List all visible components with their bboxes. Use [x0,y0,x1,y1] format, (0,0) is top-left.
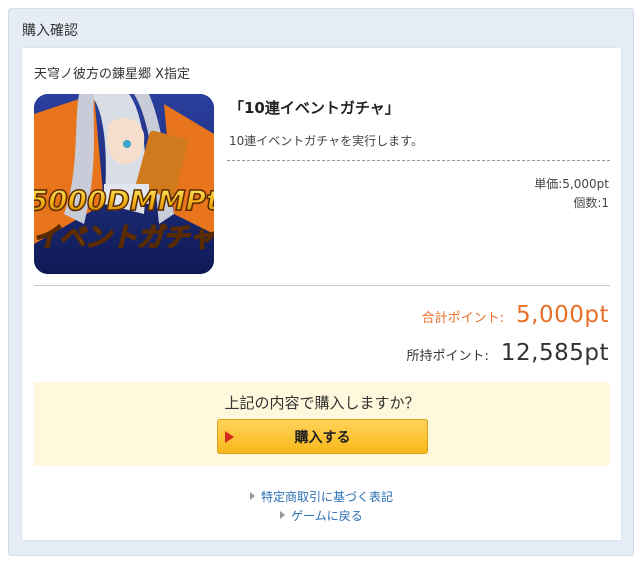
item-description: 10連イベントガチャを実行します。 [229,134,423,148]
caret-right-icon [280,511,286,519]
purchase-dialog: 購入確認 天穹ノ彼方の錬星郷 X指定 5000DMMPt イベントガチャ 「10… [8,8,634,556]
legal-link-row: 特定商取引に基づく表記 [22,488,621,505]
caret-right-icon [249,492,255,500]
total-points-row: 合計ポイント: 5,000pt [422,302,609,328]
buy-button-label: 購入する [294,429,351,446]
banner-gacha-text: イベントガチャ [34,223,214,253]
unit-price: 単価:5,000pt [534,177,609,191]
total-points-value: 5,000pt [516,302,609,328]
purchase-panel: 天穹ノ彼方の錬星郷 X指定 5000DMMPt イベントガチャ 「10連イベント… [21,47,622,541]
total-points-label: 合計ポイント: [421,311,505,326]
confirm-box: 上記の内容で購入しますか？ 購入する [34,382,610,466]
section-divider [34,285,610,286]
owned-points-row: 所持ポイント: 12,585pt [407,340,610,366]
owned-points-value: 12,585pt [500,340,609,366]
game-title: 天穹ノ彼方の錬星郷 X指定 [34,67,191,82]
quantity: 個数:1 [573,196,609,210]
item-name: 「10連イベントガチャ」 [229,99,400,117]
buy-button[interactable]: 購入する [217,419,428,454]
play-arrow-icon [225,431,234,443]
legal-notice-link[interactable]: 特定商取引に基づく表記 [261,490,393,504]
back-link-row: ゲームに戻る [22,507,621,524]
dialog-title: 購入確認 [22,23,78,39]
back-to-game-link[interactable]: ゲームに戻る [291,509,363,523]
confirm-question: 上記の内容で購入しますか？ [224,394,420,412]
banner-points-text: 5000DMMPt [34,184,214,217]
dotted-divider [227,160,610,161]
gacha-banner-image: 5000DMMPt イベントガチャ [34,94,214,274]
owned-points-label: 所持ポイント: [406,349,489,364]
